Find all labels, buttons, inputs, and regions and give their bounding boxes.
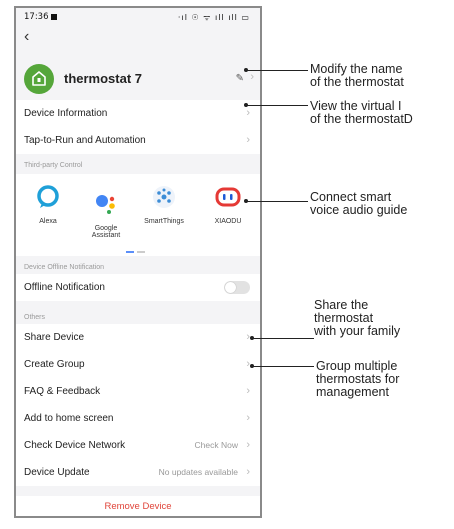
phone-screen: 17:36 ·ıl ☉ ᯤ ıll ıll ▭ ‹ thermostat 7 ✎… bbox=[14, 6, 262, 518]
offline-notification-toggle[interactable] bbox=[224, 281, 250, 294]
menu-item-label: Create Group bbox=[24, 359, 85, 370]
third-party-name: Google Assistant bbox=[91, 225, 121, 239]
menu-item-share-device[interactable]: Share Device › bbox=[16, 324, 260, 351]
third-party-name: Alexa bbox=[39, 218, 57, 225]
back-arrow-icon[interactable]: ‹ bbox=[24, 28, 29, 46]
third-party-label: Third-party Control bbox=[24, 162, 83, 169]
menu-item-faq-feedback[interactable]: FAQ & Feedback › bbox=[16, 378, 260, 405]
chevron-right-icon: › bbox=[246, 412, 250, 424]
remove-device-button[interactable]: Remove Device bbox=[16, 496, 260, 516]
callout-line bbox=[246, 70, 308, 71]
third-party-google-assistant[interactable]: Google Assistant bbox=[78, 184, 134, 246]
menu-item-label: Tap-to-Run and Automation bbox=[24, 135, 146, 146]
alexa-icon bbox=[37, 185, 59, 208]
chevron-right-icon: › bbox=[246, 466, 250, 478]
notification-icon bbox=[50, 14, 57, 20]
others-section: Share Device › Create Group › FAQ & Feed… bbox=[16, 324, 260, 486]
menu-item-tap-to-run[interactable]: Tap-to-Run and Automation › bbox=[16, 127, 260, 154]
menu-item-device-information[interactable]: Device Information › bbox=[16, 100, 260, 127]
callout-group: Group multiple thermostats for managemen… bbox=[316, 359, 400, 399]
third-party-smartthings[interactable]: SmartThings bbox=[136, 184, 192, 225]
menu-item-value: No updates available bbox=[158, 467, 238, 477]
device-menu: Device Information › Tap-to-Run and Auto… bbox=[16, 100, 260, 154]
chevron-right-icon: › bbox=[246, 439, 250, 451]
chevron-right-icon: › bbox=[246, 134, 250, 146]
chevron-right-icon: › bbox=[250, 71, 254, 83]
callout-rename: Modify the name of the thermostat bbox=[310, 62, 404, 89]
callout-voice: Connect smart voice audio guide bbox=[310, 190, 408, 217]
menu-item-device-update[interactable]: Device Update No updates available › bbox=[16, 459, 260, 486]
smartthings-icon bbox=[153, 186, 175, 208]
house-icon bbox=[32, 71, 46, 86]
device-name: thermostat 7 bbox=[64, 71, 143, 86]
callout-share: Share the thermostat with your family bbox=[314, 298, 401, 338]
offline-section-label: Device Offline Notification bbox=[24, 264, 105, 271]
menu-item-add-to-home-screen[interactable]: Add to home screen › bbox=[16, 405, 260, 432]
google-assistant-icon bbox=[96, 195, 115, 214]
offline-notification-label: Offline Notification bbox=[24, 282, 105, 293]
pencil-icon[interactable]: ✎ bbox=[236, 73, 244, 84]
callout-line bbox=[246, 105, 308, 106]
menu-item-value: Check Now bbox=[194, 440, 238, 450]
offline-notification-row: Offline Notification bbox=[16, 274, 260, 301]
others-section-label: Others bbox=[24, 314, 46, 321]
status-bar: 17:36 ·ıl ☉ ᯤ ıll ıll ▭ bbox=[16, 8, 260, 26]
chevron-right-icon: › bbox=[246, 385, 250, 397]
page-indicator bbox=[126, 240, 148, 258]
third-party-xiaodu[interactable]: XIAODU bbox=[200, 184, 256, 225]
third-party-name: XIAODU bbox=[214, 218, 242, 225]
menu-item-label: Device Update bbox=[24, 467, 90, 478]
callout-line bbox=[252, 366, 314, 367]
device-avatar bbox=[24, 64, 54, 94]
callout-virtual: View the virtual I of the thermostatD bbox=[310, 99, 413, 126]
menu-item-label: Device Information bbox=[24, 108, 108, 119]
system-indicators: ·ıl ☉ ᯤ ıll ıll ▭ bbox=[177, 13, 250, 22]
xiaodu-icon bbox=[215, 187, 241, 207]
third-party-name: SmartThings bbox=[144, 218, 184, 225]
third-party-alexa[interactable]: Alexa bbox=[20, 184, 76, 225]
menu-item-label: FAQ & Feedback bbox=[24, 386, 101, 397]
menu-item-label: Check Device Network bbox=[24, 440, 126, 451]
menu-item-label: Share Device bbox=[24, 332, 85, 343]
menu-item-create-group[interactable]: Create Group › bbox=[16, 351, 260, 378]
offline-section: Offline Notification bbox=[16, 274, 260, 301]
callout-line bbox=[252, 338, 314, 339]
callout-line bbox=[246, 201, 308, 202]
menu-item-label: Add to home screen bbox=[24, 413, 114, 424]
status-time: 17:36 bbox=[24, 12, 57, 22]
device-header[interactable]: thermostat 7 ✎ › bbox=[16, 60, 260, 100]
menu-item-check-device-network[interactable]: Check Device Network Check Now › bbox=[16, 432, 260, 459]
